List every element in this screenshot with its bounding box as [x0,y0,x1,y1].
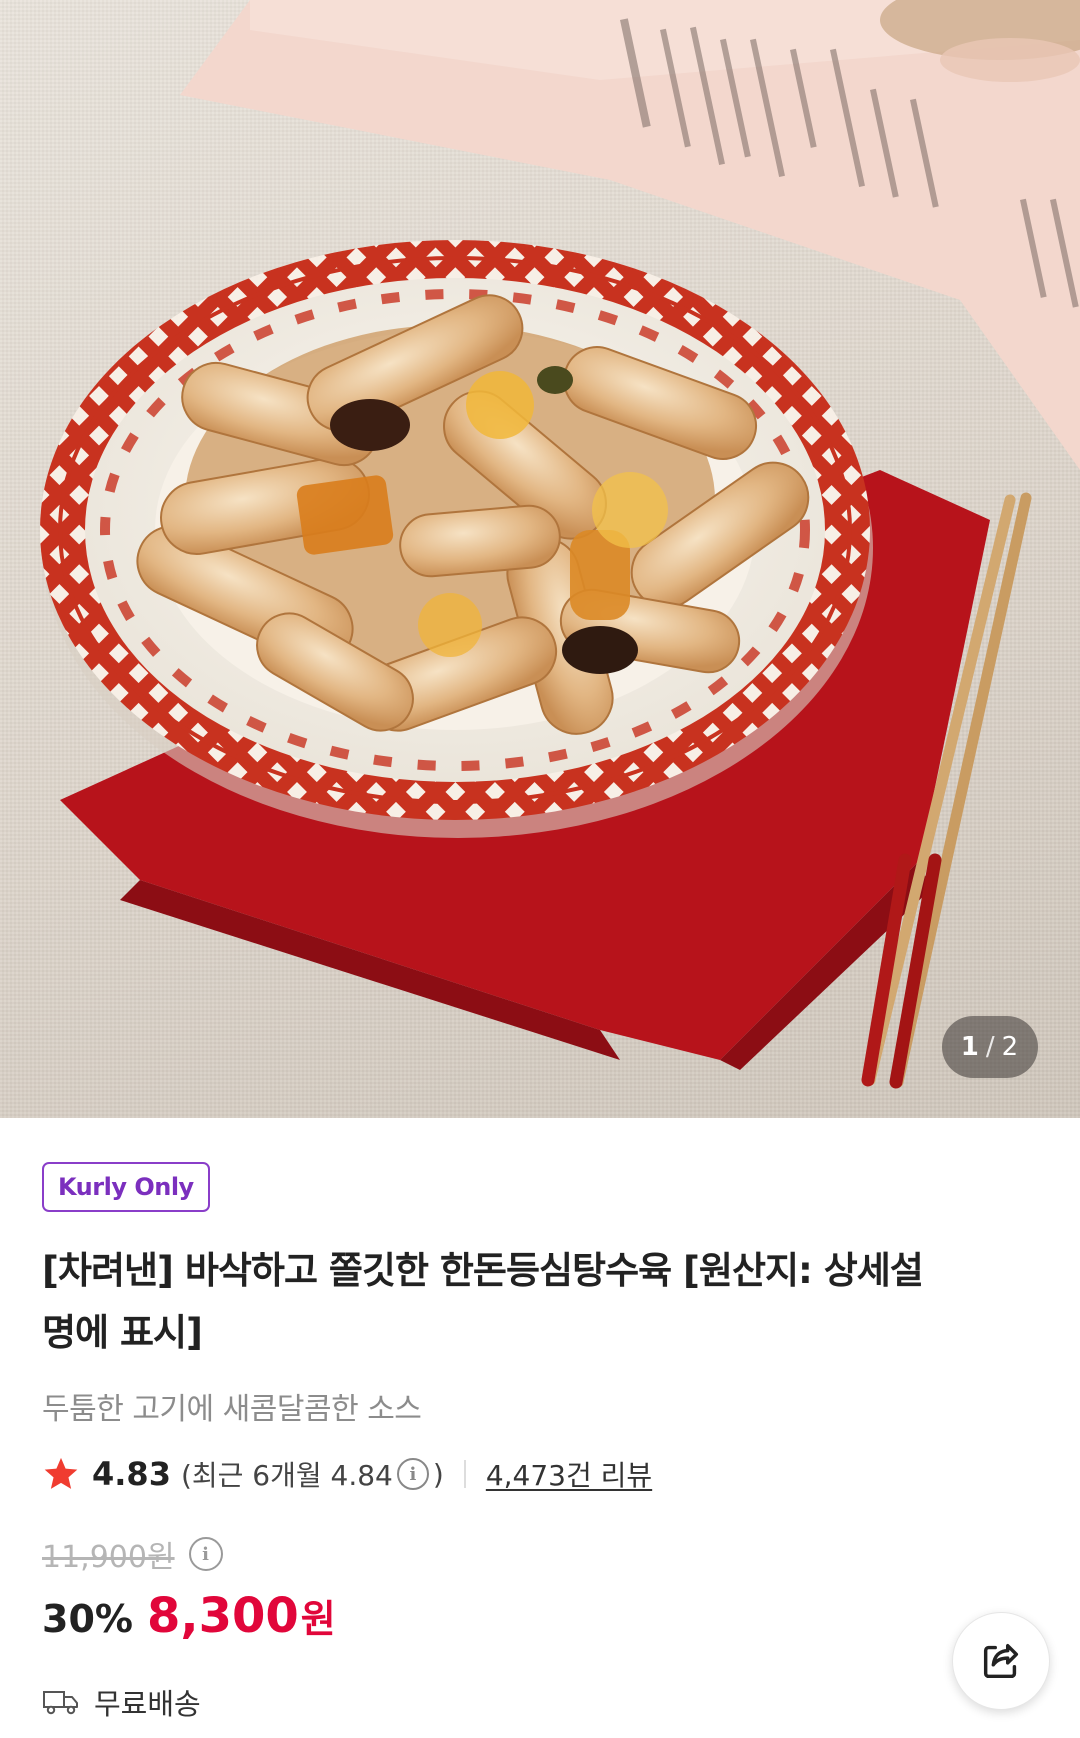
rating-row: 4.83 (최근 6개월 4.84 i ) 4,473건 리뷰 [42,1452,652,1496]
delivery-row: 무료배송 [42,1680,201,1724]
product-info: Kurly Only [차려낸] 바삭하고 쫄깃한 한돈등심탕수육 [원산지: … [0,1118,1080,1738]
product-title: [차려낸] 바삭하고 쫄깃한 한돈등심탕수육 [원산지: 상세설명에 표시] [42,1249,924,1354]
share-button[interactable] [952,1612,1050,1710]
current-page: 1 [960,1032,980,1062]
product-subtitle: 두툼한 고기에 새콤달콤한 소스 [42,1392,422,1427]
page-separator: / [985,1032,996,1062]
review-count-link[interactable]: 4,473건 리뷰 [486,1454,652,1494]
delivery-text: 무료배송 [94,1687,201,1721]
info-icon[interactable]: i [396,1458,429,1490]
price-info-icon[interactable]: i [188,1537,223,1571]
rating-value: 4.83 [92,1455,171,1493]
original-price-row: 11,900원 i [42,1534,227,1575]
share-icon [983,1643,1019,1679]
original-price: 11,900원 [42,1540,175,1575]
sale-price-unit: 원 [300,1597,336,1641]
recent-rating: (최근 6개월 4.84 i ) [181,1454,444,1494]
image-page-counter: 1 / 2 [942,1016,1038,1078]
truck-icon [43,1691,78,1715]
product-photo [40,0,1080,1089]
star-icon [44,1457,78,1489]
divider [463,1460,466,1488]
recent-rating-text: (최근 6개월 4.84 [180,1459,393,1492]
product-image-gallery[interactable]: 1 / 2 [0,0,1080,1118]
discount-rate: 30% [42,1597,133,1641]
sale-price: 8,300 [146,1588,299,1644]
total-pages: 2 [1001,1032,1020,1062]
recent-rating-close: ) [432,1457,444,1491]
sale-price-row: 30% 8,300 원 [42,1588,336,1658]
kurly-only-badge: Kurly Only [42,1162,210,1212]
